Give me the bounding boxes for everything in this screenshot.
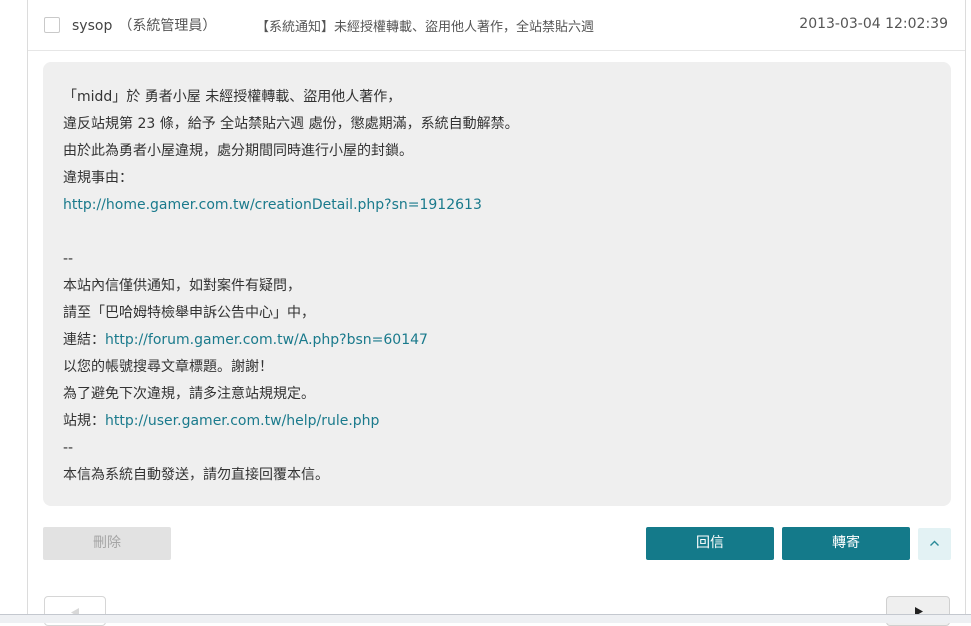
appeal-center-link[interactable]: http://forum.gamer.com.tw/A.php?bsn=6014… <box>105 332 428 348</box>
chevron-up-icon <box>930 540 939 546</box>
select-checkbox[interactable] <box>44 17 60 33</box>
message-line: 違規事由： <box>63 170 133 186</box>
message-line <box>63 219 931 246</box>
frame-border-right <box>965 0 966 622</box>
message-line: -- <box>63 440 74 456</box>
message-line: -- <box>63 251 74 267</box>
message-line: 以您的帳號搜尋文章標題。謝謝！ <box>63 359 273 375</box>
message-body: 「midd」於 勇者小屋 未經授權轉載、盜用他人著作， 違反站規第 23 條，給… <box>43 62 951 506</box>
violation-link[interactable]: http://home.gamer.com.tw/creationDetail.… <box>63 197 482 213</box>
delete-button[interactable]: 刪除 <box>43 527 171 560</box>
message-line: 「midd」於 勇者小屋 未經授權轉載、盜用他人著作， <box>63 89 402 105</box>
forward-button[interactable]: 轉寄 <box>782 527 910 560</box>
message-line: http://home.gamer.com.tw/creationDetail.… <box>63 192 931 219</box>
message-line: 連結：http://forum.gamer.com.tw/A.php?bsn=6… <box>63 332 428 348</box>
message-line: 為了避免下次違規，請多注意站規規定。 <box>63 386 315 402</box>
message-header: sysop （系統管理員） 【系統通知】未經授權轉載、盜用他人著作，全站禁貼六週 … <box>28 0 965 51</box>
message-line: 站規：http://user.gamer.com.tw/help/rule.ph… <box>63 413 380 429</box>
message-subject: 【系統通知】未經授權轉載、盜用他人著作，全站禁貼六週 <box>256 20 595 35</box>
message-timestamp: 2013-03-04 12:02:39 <box>799 16 948 32</box>
message-line: 違反站規第 23 條，給予 全站禁貼六週 處份，懲處期滿，系統自動解禁。 <box>63 116 519 132</box>
site-rules-link[interactable]: http://user.gamer.com.tw/help/rule.php <box>105 413 379 429</box>
sender-name: sysop <box>72 18 113 34</box>
message-line: 本信為系統自動發送，請勿直接回覆本信。 <box>63 467 329 483</box>
message-line: 請至「巴哈姆特檢舉申訴公告中心」中， <box>63 305 315 321</box>
sender: sysop （系統管理員） <box>72 15 216 35</box>
message-line: 本站內信僅供通知，如對案件有疑問， <box>63 278 301 294</box>
sender-role: （系統管理員） <box>118 18 217 34</box>
message-line: 由於此為勇者小屋違規，處分期間同時進行小屋的封鎖。 <box>63 143 413 159</box>
reply-button[interactable]: 回信 <box>646 527 774 560</box>
frame-border-left <box>27 0 28 622</box>
scroll-top-button[interactable] <box>918 528 951 560</box>
